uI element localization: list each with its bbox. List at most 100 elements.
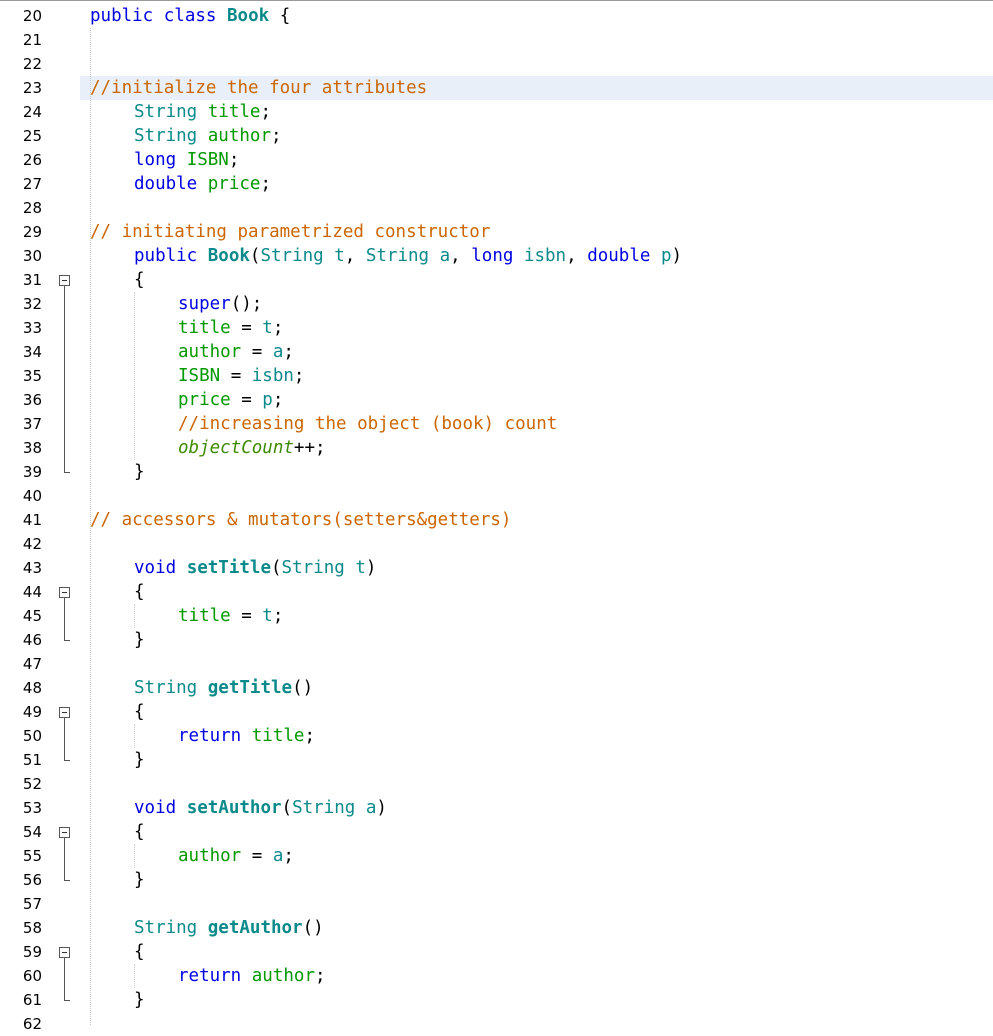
fold-toggle-icon[interactable] xyxy=(59,587,70,598)
fold-toggle-icon[interactable] xyxy=(59,707,70,718)
fold-end-marker xyxy=(64,760,70,761)
code-line[interactable]: 21 xyxy=(0,28,993,52)
code-token: ( xyxy=(271,558,282,578)
code-line[interactable]: 41 // accessors & mutators(setters&getter… xyxy=(0,508,993,532)
code-line[interactable]: 20 public class Book { xyxy=(0,4,993,28)
code-line[interactable]: 25 String author; xyxy=(0,124,993,148)
indent-guide xyxy=(134,844,135,868)
code-line[interactable]: 24 String title; xyxy=(0,100,993,124)
code-line[interactable]: 49 { xyxy=(0,700,993,724)
line-number: 52 xyxy=(22,775,42,793)
code-line[interactable]: 44 { xyxy=(0,580,993,604)
code-token: setTitle xyxy=(186,558,271,578)
code-token: { xyxy=(134,942,145,962)
code-token: String xyxy=(365,246,430,266)
code-line[interactable]: 61} xyxy=(0,988,993,1012)
code-text: // initiating parametrized constructor xyxy=(90,220,490,244)
code-text: return author; xyxy=(178,964,326,988)
line-number: 39 xyxy=(22,463,42,481)
code-token: () xyxy=(302,918,324,938)
code-text: title = t; xyxy=(178,316,283,340)
fold-end-marker xyxy=(64,1000,70,1001)
code-line[interactable]: 53 void setAuthor(String a) xyxy=(0,796,993,820)
code-line[interactable]: 34 author = a; xyxy=(0,340,993,364)
code-line[interactable]: 60 return author; xyxy=(0,964,993,988)
code-line[interactable]: 39} xyxy=(0,460,993,484)
code-token: p xyxy=(262,390,273,410)
line-number: 24 xyxy=(22,103,42,121)
code-text: long ISBN; xyxy=(134,148,239,172)
code-line[interactable]: 59 { xyxy=(0,940,993,964)
fold-toggle-icon[interactable] xyxy=(59,275,70,286)
code-editor[interactable]: 20 public class Book {21 22 23//initialize … xyxy=(0,0,993,1033)
code-text: price = p; xyxy=(178,388,283,412)
code-text: author = a; xyxy=(178,844,294,868)
code-line[interactable]: 54 { xyxy=(0,820,993,844)
code-line[interactable]: 58 String getAuthor() xyxy=(0,916,993,940)
code-line[interactable]: 27 double price; xyxy=(0,172,993,196)
code-token: String xyxy=(292,798,356,818)
code-line[interactable]: 40 xyxy=(0,484,993,508)
code-line[interactable]: 46} xyxy=(0,628,993,652)
code-line[interactable]: 22 xyxy=(0,52,993,76)
code-line[interactable]: 26 long ISBN; xyxy=(0,148,993,172)
code-line[interactable]: 31 { xyxy=(0,268,993,292)
code-line[interactable]: 56} xyxy=(0,868,993,892)
code-token: ; xyxy=(272,390,284,410)
line-number: 37 xyxy=(22,415,42,433)
code-token: = xyxy=(230,390,263,410)
code-line[interactable]: 42 xyxy=(0,532,993,556)
code-line[interactable]: 45 title = t; xyxy=(0,604,993,628)
line-number: 45 xyxy=(22,607,42,625)
code-token: { xyxy=(134,822,145,842)
line-number: 27 xyxy=(22,175,42,193)
code-token: title xyxy=(178,606,231,626)
code-token: // initiating parametrized constructor xyxy=(90,222,491,242)
fold-toggle-icon[interactable] xyxy=(59,827,70,838)
line-number: 49 xyxy=(22,703,42,721)
code-line[interactable]: 52 xyxy=(0,772,993,796)
code-token: long xyxy=(471,246,514,266)
code-line[interactable]: 23 //initialize the four attributes xyxy=(0,76,993,100)
code-line[interactable]: 32 super(); xyxy=(0,292,993,316)
code-line[interactable]: 38 objectCount++; xyxy=(0,436,993,460)
line-number: 30 xyxy=(22,247,42,265)
code-token: a xyxy=(365,798,377,818)
code-token: ; xyxy=(293,366,305,386)
code-line[interactable]: 29 // initiating parametrized constructor xyxy=(0,220,993,244)
code-token: return xyxy=(178,966,242,986)
code-line[interactable]: 50 return title; xyxy=(0,724,993,748)
code-token: super xyxy=(178,294,231,314)
code-text: { xyxy=(134,268,145,292)
code-line[interactable]: 51} xyxy=(0,748,993,772)
code-token: ) xyxy=(365,558,377,578)
code-text: { xyxy=(134,580,145,604)
code-line[interactable]: 28 xyxy=(0,196,993,220)
code-token: //increasing the object (book) count xyxy=(178,414,558,434)
code-line[interactable]: 62 xyxy=(0,1012,993,1036)
fold-range-line xyxy=(64,958,65,1000)
code-line[interactable]: 57 xyxy=(0,892,993,916)
code-line[interactable]: 30 public Book(String t, String a, long i… xyxy=(0,244,993,268)
code-token: ; xyxy=(304,726,315,746)
code-line[interactable]: 33 title = t; xyxy=(0,316,993,340)
code-token: objectCount xyxy=(178,438,294,458)
code-token: String xyxy=(134,918,198,938)
code-text: public Book(String t, String a, long isb… xyxy=(134,244,682,268)
code-line[interactable]: 48 String getTitle() xyxy=(0,676,993,700)
code-token: ; xyxy=(314,966,326,986)
code-token: , xyxy=(566,246,588,266)
code-line[interactable]: 37 //increasing the object (book) count xyxy=(0,412,993,436)
code-line[interactable]: 36 price = p; xyxy=(0,388,993,412)
line-number: 29 xyxy=(22,223,42,241)
line-number: 25 xyxy=(22,127,42,145)
code-line[interactable]: 35 ISBN = isbn; xyxy=(0,364,993,388)
code-line[interactable]: 55 author = a; xyxy=(0,844,993,868)
code-line[interactable]: 43 void setTitle(String t) xyxy=(0,556,993,580)
fold-toggle-icon[interactable] xyxy=(59,947,70,958)
code-token: double xyxy=(134,174,198,194)
code-line[interactable]: 47 xyxy=(0,652,993,676)
